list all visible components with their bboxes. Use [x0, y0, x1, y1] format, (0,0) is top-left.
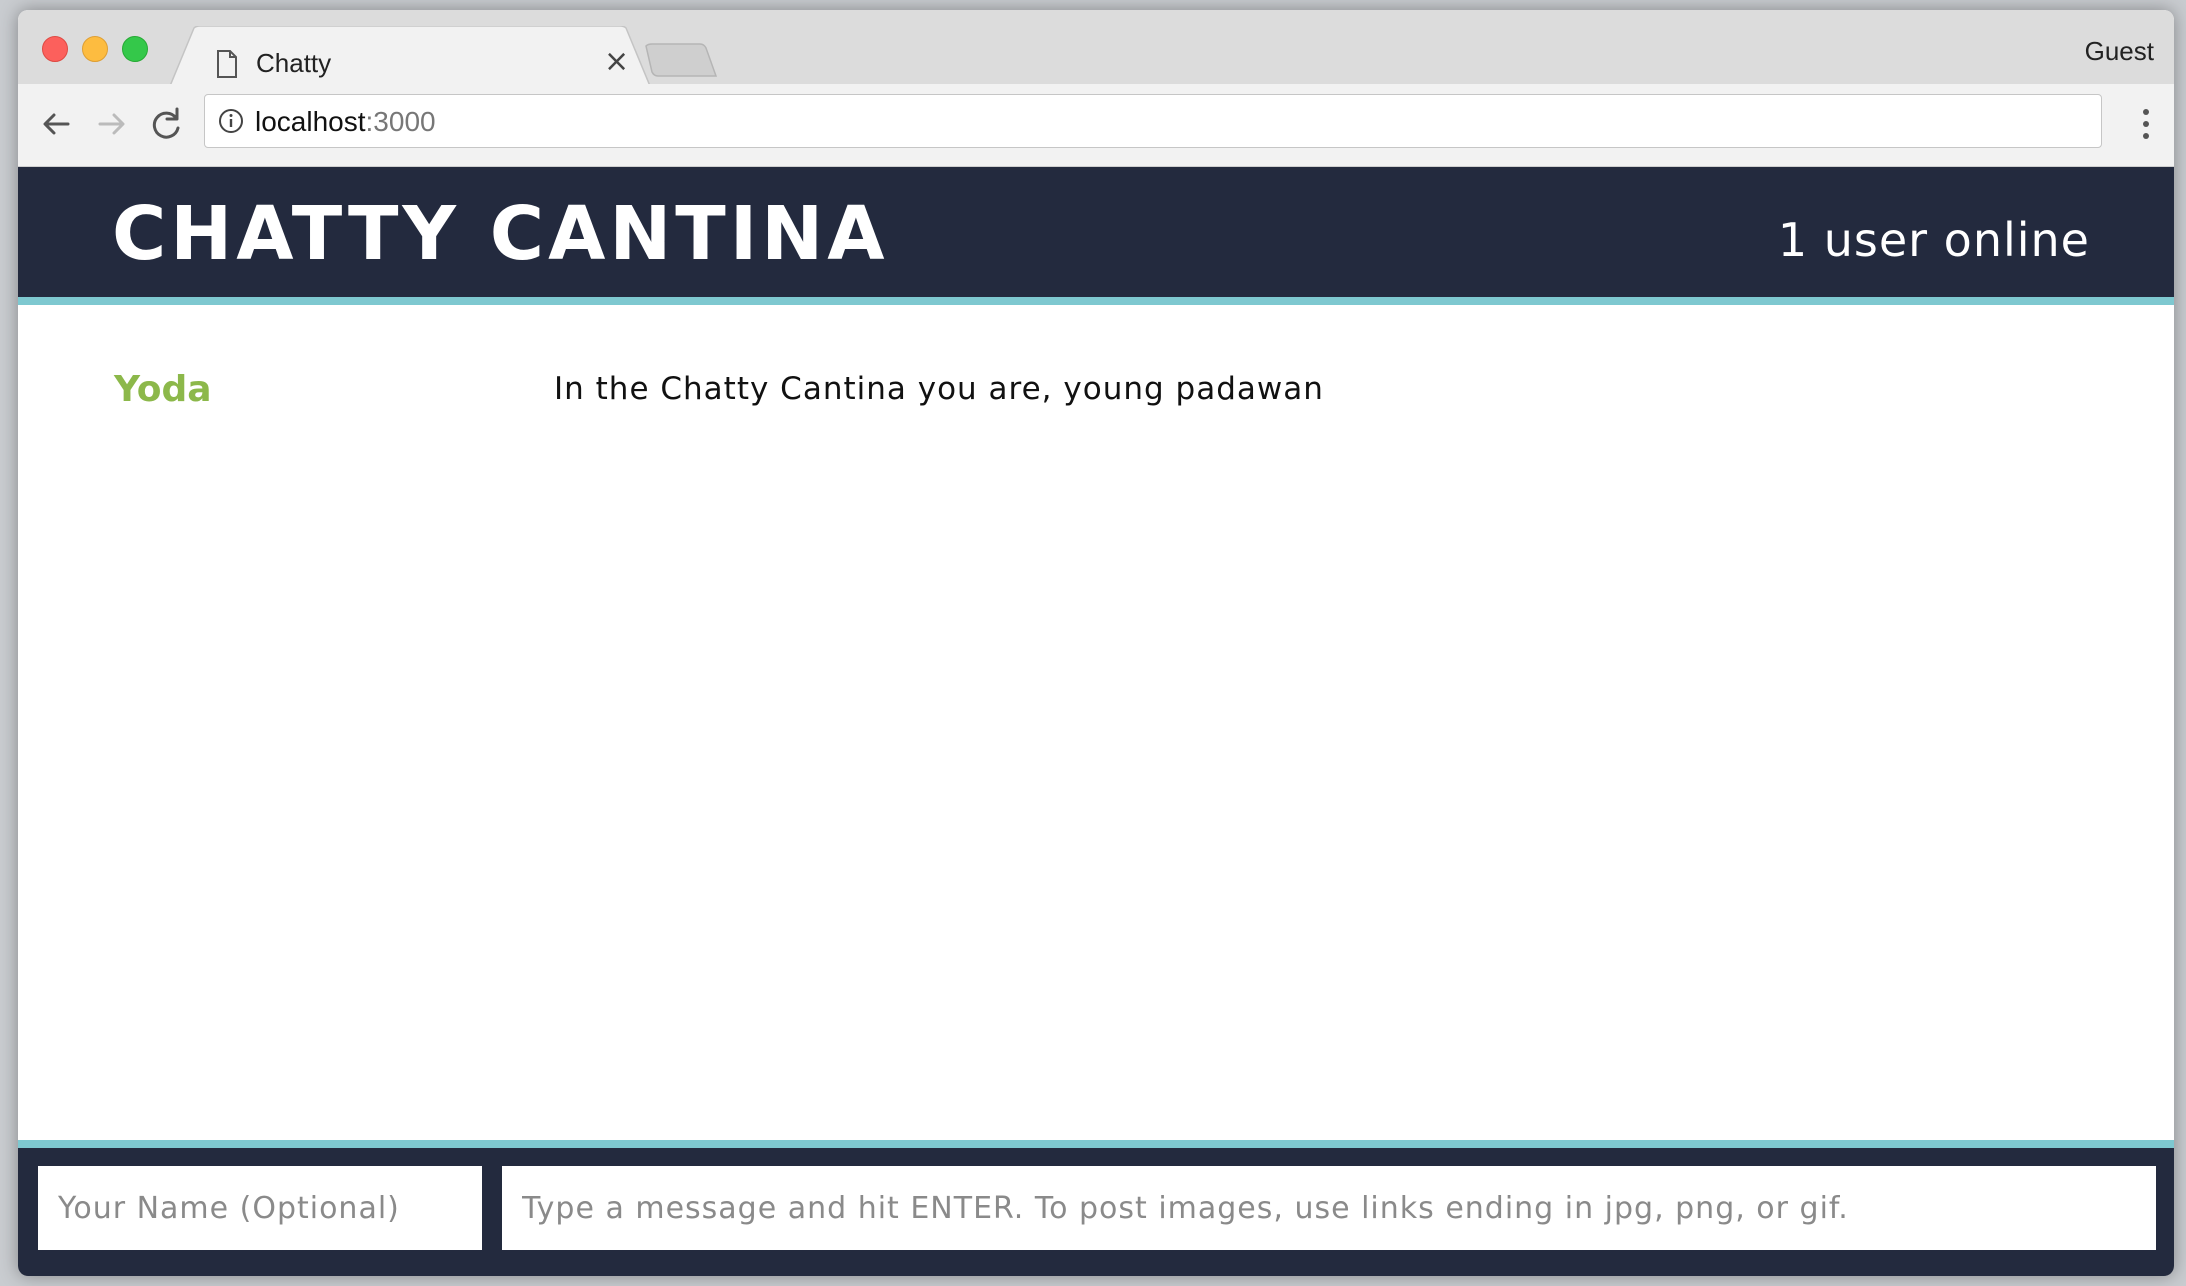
- browser-toolbar: localhost:3000: [18, 84, 2174, 167]
- message-username: Yoda: [114, 369, 212, 410]
- info-icon[interactable]: [217, 107, 245, 135]
- message-item: Yoda In the Chatty Cantina you are, youn…: [18, 305, 2174, 410]
- profile-label[interactable]: Guest: [2085, 36, 2154, 67]
- browser-titlebar: Chatty × Guest: [18, 10, 2174, 86]
- tab-shape: [170, 26, 650, 86]
- app-title: CHATTY CANTINA: [112, 191, 889, 277]
- kebab-menu-icon[interactable]: [2138, 104, 2154, 144]
- document-icon: [217, 50, 237, 78]
- users-online-count: 1 user online: [1777, 213, 2090, 267]
- url-host: localhost: [255, 106, 366, 137]
- chat-composer: [18, 1140, 2174, 1276]
- chat-app: CHATTY CANTINA 1 user online Yoda In the…: [18, 167, 2174, 1276]
- url-text: localhost:3000: [255, 106, 436, 138]
- browser-tab-chatty[interactable]: Chatty ×: [170, 26, 650, 86]
- message-input[interactable]: [502, 1166, 2156, 1250]
- close-icon[interactable]: ×: [604, 44, 629, 79]
- app-header: CHATTY CANTINA 1 user online: [18, 167, 2174, 305]
- forward-arrow-icon[interactable]: [92, 104, 132, 144]
- reload-icon[interactable]: [146, 104, 186, 144]
- close-window-button[interactable]: [42, 36, 68, 62]
- message-list: Yoda In the Chatty Cantina you are, youn…: [18, 305, 2174, 1125]
- address-bar[interactable]: localhost:3000: [204, 94, 2102, 148]
- maximize-window-button[interactable]: [122, 36, 148, 62]
- username-input[interactable]: [38, 1166, 482, 1250]
- new-tab-button[interactable]: [642, 42, 722, 78]
- message-content: In the Chatty Cantina you are, young pad…: [554, 371, 1324, 407]
- back-arrow-icon[interactable]: [36, 104, 76, 144]
- browser-window: Chatty × Guest localhost:3000 CHATTY CAN…: [18, 10, 2174, 1276]
- tab-title: Chatty: [256, 48, 332, 78]
- minimize-window-button[interactable]: [82, 36, 108, 62]
- url-port: :3000: [365, 106, 436, 137]
